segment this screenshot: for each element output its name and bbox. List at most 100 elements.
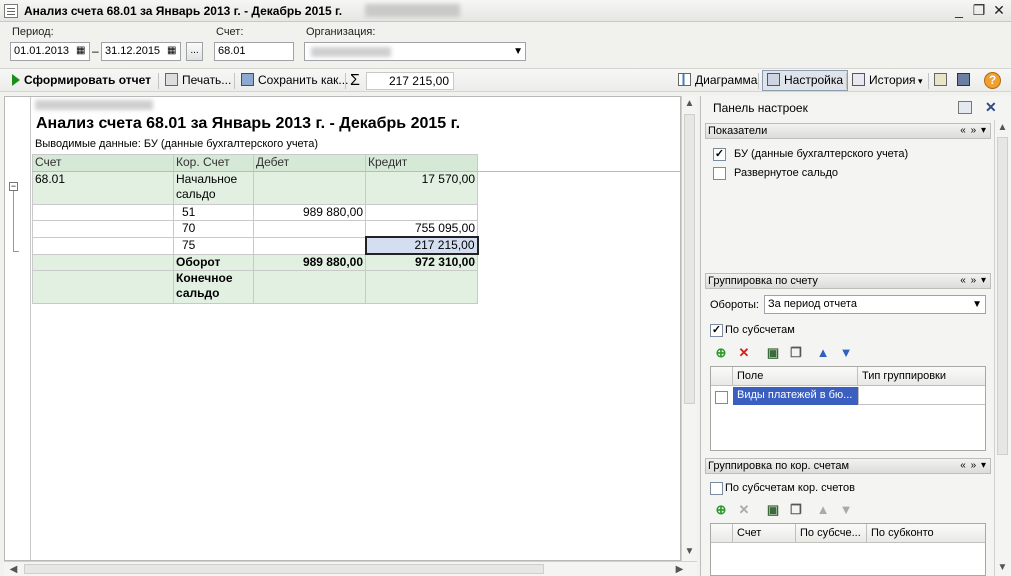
move-up-icon[interactable]: ▲	[815, 502, 831, 518]
select-all-icon[interactable]: ▣	[765, 345, 781, 361]
move-down-icon[interactable]: ▼	[838, 502, 854, 518]
account-cell[interactable]: 68.01	[32, 171, 174, 205]
turnover-credit-cell[interactable]: 972 310,00	[365, 253, 478, 271]
debit-cell[interactable]: 989 880,00	[253, 204, 366, 221]
move-down-icon[interactable]: ▼	[838, 345, 854, 361]
row-checkbox[interactable]	[715, 391, 728, 404]
indicators-section-header[interactable]: Показатели « » ▾	[705, 123, 991, 139]
by-subaccounts-checkbox[interactable]: ✓	[710, 324, 723, 337]
credit-cell[interactable]	[365, 204, 478, 221]
grid-row-group-type[interactable]	[858, 387, 985, 405]
col-account[interactable]: Счет	[32, 154, 174, 172]
by-corr-subaccounts-checkbox[interactable]	[710, 482, 723, 495]
period-select-button[interactable]: ...	[186, 42, 203, 61]
scroll-thumb[interactable]	[684, 114, 695, 404]
selected-credit-cell[interactable]: 217 215,00	[364, 236, 479, 255]
toolbar-separator	[345, 73, 346, 89]
delete-icon[interactable]: ✕	[736, 502, 752, 518]
calendar-icon[interactable]: ▦	[167, 44, 179, 58]
grid-header-by-subaccount[interactable]: По субсче...	[796, 524, 867, 543]
scroll-down-icon[interactable]: ▼	[995, 560, 1010, 575]
restore-button[interactable]: ❐	[970, 3, 988, 19]
grid-header-account[interactable]: Счет	[733, 524, 796, 543]
opening-balance-label[interactable]: Начальное сальдо	[173, 171, 254, 205]
scroll-left-icon[interactable]: ◀	[6, 562, 21, 576]
expanded-balance-checkbox[interactable]	[713, 167, 726, 180]
generate-report-button[interactable]: Сформировать отчет	[12, 72, 151, 90]
closing-balance-label[interactable]: Конечное сальдо	[173, 270, 254, 304]
opening-credit-cell[interactable]: 17 570,00	[365, 171, 478, 205]
save-as-button[interactable]: Сохранить как...	[241, 72, 348, 90]
group-fields-grid[interactable]: Поле Тип группировки Виды платежей в бю.…	[710, 366, 986, 451]
opening-debit-cell[interactable]	[253, 171, 366, 205]
turnovers-select[interactable]: За период отчета ▼	[764, 295, 986, 314]
report-header-row: Счет Кор. Счет Дебет Кредит	[32, 154, 478, 172]
account-cell[interactable]	[32, 220, 174, 238]
account-cell[interactable]	[32, 253, 174, 271]
grid-header-field[interactable]: Поле	[733, 367, 858, 386]
scroll-up-icon[interactable]: ▲	[995, 120, 1010, 135]
scroll-up-icon[interactable]: ▲	[682, 96, 697, 111]
account-cell[interactable]	[32, 204, 174, 221]
turnover-label[interactable]: Оборот	[173, 253, 254, 271]
chevron-down-icon[interactable]: ▼	[513, 43, 523, 60]
close-icon[interactable]: ✕	[985, 99, 997, 116]
scroll-down-icon[interactable]: ▼	[682, 544, 697, 559]
report-spreadsheet[interactable]: − Анализ счета 68.01 за Январь 2013 г. -…	[4, 96, 681, 561]
col-corr-account[interactable]: Кор. Счет	[173, 154, 254, 172]
history-button[interactable]: История ▾	[852, 72, 923, 90]
grid-header-by-subconto[interactable]: По субконто	[867, 524, 985, 543]
export-button[interactable]	[934, 72, 950, 90]
bu-checkbox[interactable]: ✓	[713, 148, 726, 161]
delete-icon[interactable]: ✕	[736, 345, 752, 361]
collapse-group-icon[interactable]: −	[9, 182, 18, 191]
panel-vertical-scrollbar[interactable]: ▲ ▼	[994, 120, 1010, 576]
toolbar-separator	[928, 73, 929, 89]
chevron-down-icon[interactable]: ▼	[972, 296, 982, 313]
section-controls-icon[interactable]: « » ▾	[960, 124, 987, 138]
debit-cell[interactable]	[253, 236, 366, 255]
debit-cell[interactable]	[253, 220, 366, 238]
report-horizontal-scrollbar[interactable]: ◀ ▶	[4, 561, 697, 576]
panel-settings-icon[interactable]	[958, 101, 972, 114]
account-cell[interactable]	[32, 236, 174, 255]
move-up-icon[interactable]: ▲	[815, 345, 831, 361]
grid-header-group-type[interactable]: Тип группировки	[858, 367, 985, 386]
col-credit[interactable]: Кредит	[365, 154, 478, 172]
minimize-button[interactable]: _	[950, 3, 968, 19]
print-button[interactable]: Печать...	[165, 72, 231, 90]
closing-credit-cell[interactable]	[365, 270, 478, 304]
add-icon[interactable]: ⊕	[713, 502, 729, 518]
close-button[interactable]: ✕	[990, 3, 1008, 19]
deselect-all-icon[interactable]: ❐	[788, 345, 804, 361]
scroll-thumb[interactable]	[24, 564, 544, 574]
scroll-right-icon[interactable]: ▶	[672, 562, 687, 576]
add-icon[interactable]: ⊕	[713, 345, 729, 361]
generate-label: Сформировать отчет	[24, 73, 152, 87]
group-corr-section-header[interactable]: Группировка по кор. счетам « » ▾	[705, 458, 991, 474]
chart-button[interactable]: Диаграмма	[678, 72, 757, 90]
select-all-icon[interactable]: ▣	[765, 502, 781, 518]
corr-fields-grid[interactable]: Счет По субсче... По субконто	[710, 523, 986, 576]
report-vertical-scrollbar[interactable]: ▲ ▼	[681, 96, 697, 561]
corr-account-cell[interactable]: 70	[173, 220, 254, 238]
save-settings-button[interactable]	[957, 72, 973, 90]
account-input[interactable]: 68.01	[214, 42, 294, 61]
deselect-all-icon[interactable]: ❐	[788, 502, 804, 518]
settings-button[interactable]: Настройка	[762, 70, 849, 91]
closing-debit-cell[interactable]	[253, 270, 366, 304]
account-cell[interactable]	[32, 270, 174, 304]
turnover-debit-cell[interactable]: 989 880,00	[253, 253, 366, 271]
section-controls-icon[interactable]: « » ▾	[960, 274, 987, 288]
group-account-section-header[interactable]: Группировка по счету « » ▾	[705, 273, 991, 289]
scroll-thumb[interactable]	[997, 137, 1008, 455]
grid-row-field[interactable]: Виды платежей в бю...	[733, 387, 858, 405]
credit-cell[interactable]: 755 095,00	[365, 220, 478, 238]
help-button[interactable]: ?	[984, 72, 1001, 89]
corr-account-cell[interactable]: 75	[173, 236, 254, 255]
col-debit[interactable]: Дебет	[253, 154, 366, 172]
section-controls-icon[interactable]: « » ▾	[960, 459, 987, 473]
corr-account-cell[interactable]: 51	[173, 204, 254, 221]
organization-select[interactable]: ▼	[304, 42, 526, 61]
calendar-icon[interactable]: ▦	[76, 44, 88, 58]
